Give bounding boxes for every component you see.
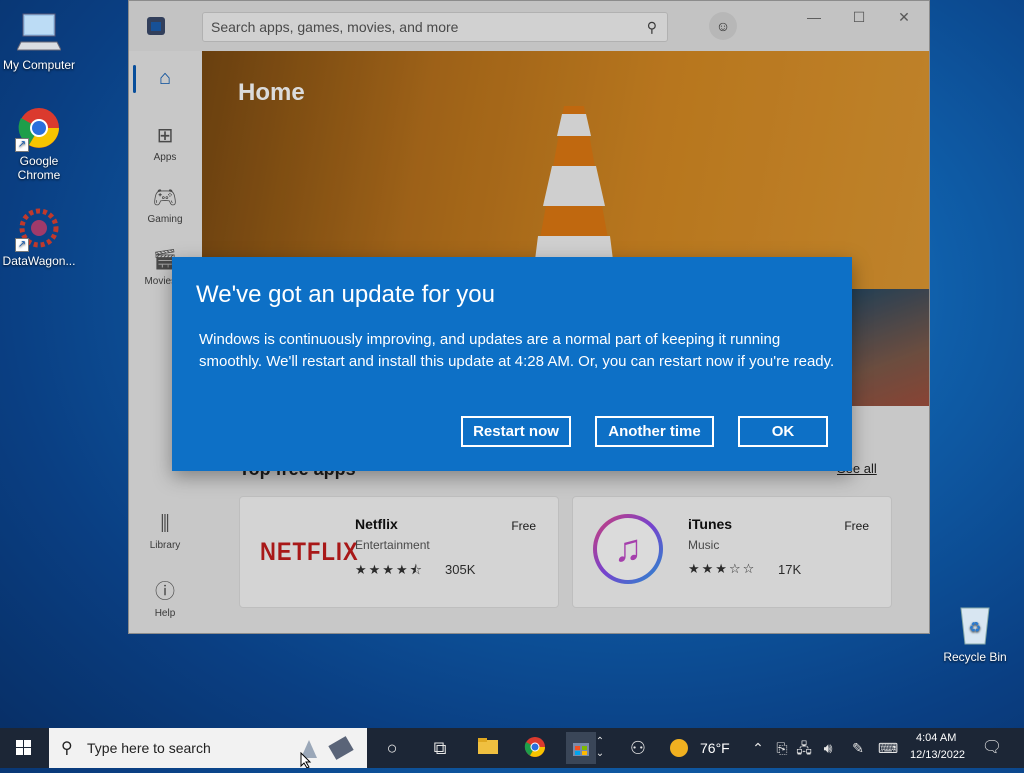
app-category: Entertainment xyxy=(355,538,430,552)
cortana-icon[interactable]: ○ xyxy=(380,736,404,760)
app-title: iTunes xyxy=(688,516,733,532)
weather-sun-icon[interactable] xyxy=(670,739,688,757)
nav-item-label: Library xyxy=(149,540,181,551)
restart-now-button[interactable]: Restart now xyxy=(461,416,571,447)
dialog-title: We've got an update for you xyxy=(196,281,496,308)
gaming-icon: 🎮︎ xyxy=(152,187,178,209)
rating-count: 305K xyxy=(445,562,476,577)
search-icon[interactable]: ⚲ xyxy=(647,19,657,36)
task-view-icon[interactable]: ⧉ xyxy=(428,736,452,760)
file-explorer-icon[interactable] xyxy=(476,736,500,760)
show-hidden-icons-chevron-icon[interactable]: ⌃ xyxy=(746,736,770,760)
nav-item-gaming[interactable]: 🎮︎ Gaming xyxy=(129,185,201,225)
desktop-icon-google-chrome[interactable]: ↗ Google Chrome xyxy=(0,106,78,182)
another-time-button[interactable]: Another time xyxy=(595,416,714,447)
store-logo-icon xyxy=(147,17,165,35)
clock-time[interactable]: 4:04 AM xyxy=(916,732,956,744)
store-taskbar-icon[interactable] xyxy=(566,732,596,764)
maximize-button[interactable]: ☐ xyxy=(844,9,874,29)
shortcut-arrow-icon: ↗ xyxy=(15,238,29,252)
datawagon-icon: ↗ xyxy=(15,206,61,252)
desktop-icon-recycle-bin[interactable]: ♻ Recycle Bin xyxy=(936,602,1014,664)
desktop-icon-label: Google Chrome xyxy=(17,154,61,182)
app-category: Music xyxy=(688,538,720,552)
nav-item-label: Gaming xyxy=(147,214,183,225)
taskbar-search-box[interactable]: ⚲ Type here to search xyxy=(49,728,367,768)
desktop-icon-label: Recycle Bin xyxy=(943,650,1007,664)
weather-temperature[interactable]: 76°F xyxy=(700,740,730,756)
hero-thumbnail[interactable] xyxy=(852,289,929,406)
computer-icon xyxy=(16,10,62,54)
help-icon: ⓘ xyxy=(155,581,175,603)
desktop-icon-label: My Computer xyxy=(2,58,76,72)
app-card-netflix[interactable]: NETFLIX Netflix Entertainment Free ★★★★⯪… xyxy=(239,496,559,608)
shortcut-arrow-icon: ↗ xyxy=(15,138,29,152)
taskbar-search-placeholder: Type here to search xyxy=(87,740,211,756)
store-search-box[interactable]: ⚲ xyxy=(202,12,668,42)
keyboard-icon[interactable]: ⌨ xyxy=(876,736,900,760)
mouse-cursor-icon xyxy=(300,752,312,768)
desktop-icon-my-computer[interactable]: My Computer xyxy=(0,10,78,72)
network-icon[interactable]: 🖧︎ xyxy=(792,736,816,760)
taskbar: ⚲ Type here to search ○ ⧉ ⌃ ⌄ ⚇ 76°F ⌃ ⎘ … xyxy=(0,728,1024,768)
app-title: Netflix xyxy=(355,516,398,532)
store-search-input[interactable] xyxy=(203,13,649,41)
nav-item-apps[interactable]: ⊞ Apps xyxy=(129,123,201,163)
recycle-bin-icon: ♻ xyxy=(953,602,997,646)
nav-item-home[interactable]: ⌂ xyxy=(129,67,201,94)
svg-text:♻: ♻ xyxy=(969,619,982,635)
chrome-icon: ↗ xyxy=(15,106,61,152)
people-icon[interactable]: ⚇ xyxy=(626,736,650,760)
itunes-logo-icon: ♫ xyxy=(593,514,663,584)
close-button[interactable]: ✕ xyxy=(889,9,919,29)
tray-app-icon[interactable]: ⎘ xyxy=(770,736,794,760)
volume-icon[interactable]: 🔊︎ xyxy=(816,736,840,760)
library-icon: ⫼ xyxy=(160,513,170,535)
update-dialog: We've got an update for you Windows is c… xyxy=(172,257,852,471)
ok-button[interactable]: OK xyxy=(738,416,828,447)
pen-icon[interactable]: ✎ xyxy=(846,736,870,760)
home-icon: ⌂ xyxy=(158,67,172,89)
desktop-icon-label: DataWagon... xyxy=(2,254,76,268)
app-card-itunes[interactable]: ♫ iTunes Music Free ★★★☆☆ 17K xyxy=(572,496,892,608)
nav-item-help[interactable]: ⓘ Help xyxy=(129,575,201,619)
rating-stars-icon: ★★★★⯪ xyxy=(355,562,424,577)
windows-logo-icon xyxy=(16,740,31,755)
account-avatar-icon[interactable]: ☺ xyxy=(709,12,737,40)
search-icon: ⚲ xyxy=(61,740,73,757)
minimize-button[interactable]: — xyxy=(799,9,829,29)
nav-item-label: Help xyxy=(154,608,176,619)
chrome-taskbar-icon[interactable] xyxy=(523,736,547,760)
clock-date[interactable]: 12/13/2022 xyxy=(910,749,965,761)
desktop-icon-datawagon[interactable]: ↗ DataWagon... xyxy=(0,206,78,268)
store-titlebar: ⚲ ☺ — ☐ ✕ xyxy=(129,1,929,51)
notifications-icon[interactable]: 🗨︎ xyxy=(980,736,1004,760)
start-button[interactable] xyxy=(0,728,48,768)
netflix-logo-icon: NETFLIX xyxy=(260,537,359,566)
rating-count: 17K xyxy=(778,562,802,577)
taskbar-overflow-arrows-icon[interactable]: ⌃ ⌄ xyxy=(594,736,606,760)
app-price: Free xyxy=(511,519,536,533)
page-title: Home xyxy=(238,79,305,106)
nav-item-label: Apps xyxy=(153,152,177,163)
rating-stars-icon: ★★★☆☆ xyxy=(688,561,757,576)
dialog-body: Windows is continuously improving, and u… xyxy=(199,331,835,370)
app-price: Free xyxy=(844,519,869,533)
apps-icon: ⊞ xyxy=(156,125,174,147)
nav-item-library[interactable]: ⫼ Library xyxy=(129,513,201,551)
